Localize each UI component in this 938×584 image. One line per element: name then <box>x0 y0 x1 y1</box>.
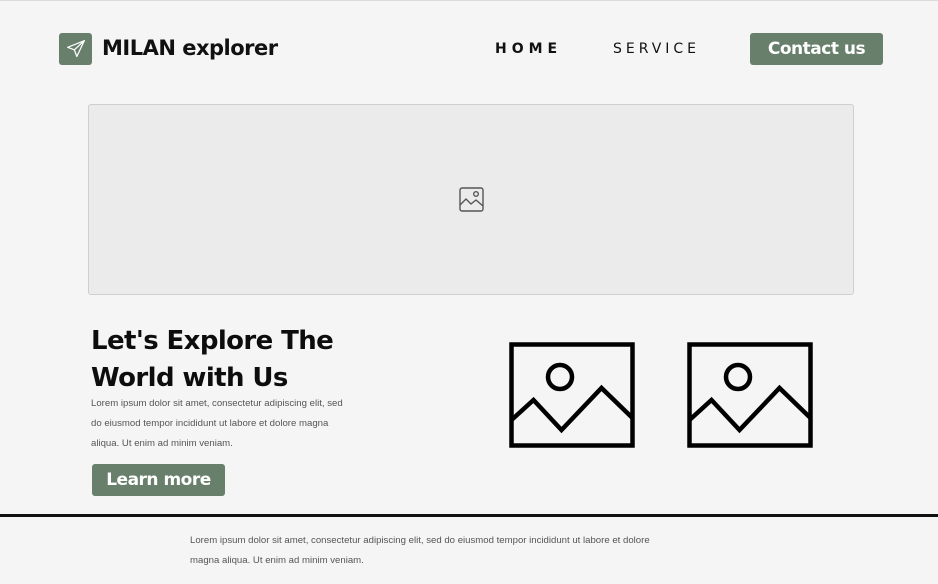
contact-us-button[interactable]: Contact us <box>750 33 883 65</box>
image-icon <box>459 187 484 212</box>
footer-text: Lorem ipsum dolor sit amet, consectetur … <box>190 535 650 566</box>
brand-name[interactable]: MILAN explorer <box>102 36 278 60</box>
image-icon <box>509 342 635 448</box>
logo[interactable] <box>59 33 92 65</box>
hero-image-placeholder <box>88 104 854 295</box>
paper-plane-icon <box>66 40 85 58</box>
intro-paragraph: Lorem ipsum dolor sit amet, consectetur … <box>91 398 343 449</box>
nav-service[interactable]: SERVICE <box>613 41 700 57</box>
top-border <box>0 0 938 1</box>
footer-divider <box>0 514 938 517</box>
image-icon <box>687 342 813 448</box>
nav-home[interactable]: HOME <box>495 41 562 57</box>
page-title: Let's Explore The World with Us <box>91 326 334 393</box>
learn-more-button[interactable]: Learn more <box>92 464 225 496</box>
